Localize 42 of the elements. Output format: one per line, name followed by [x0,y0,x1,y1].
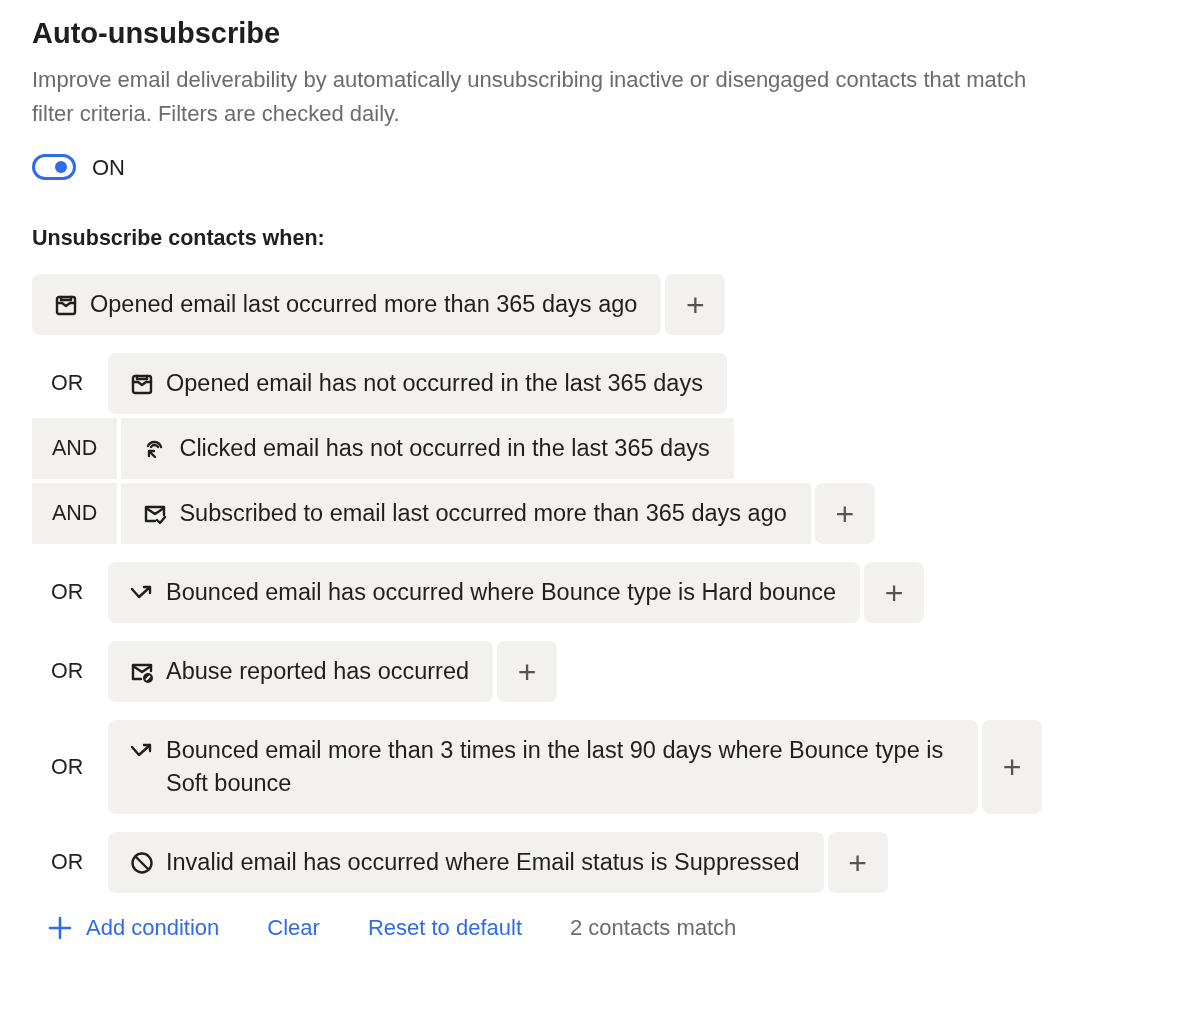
operator-label: OR [50,753,85,781]
condition-text: Abuse reported has occurred [166,657,470,687]
condition-chip[interactable]: Invalid email has occurred where Email status is Suppressed [108,832,824,894]
condition-text: Bounced email more than 3 times in the last 90 days where Bounce type is Soft bounce [166,736,945,799]
condition-text: Clicked email has not occurred in the last 365 days [179,434,710,464]
condition-chip[interactable]: Clicked email has not occurred in the last 365 days [121,418,734,480]
page-title: Auto-unsubscribe [32,16,282,51]
condition-text: Subscribed to email last occurred more than 365 days ago [179,499,787,529]
condition-chip[interactable]: Bounced email more than 3 times in the last 90 days where Bounce type is Soft bounce [108,720,978,815]
envelope-icon [54,293,78,318]
add-button[interactable]: + [827,832,888,894]
condition-chip[interactable]: Bounced email has occurred where Bounce type is Hard bounce [108,562,861,624]
toggle-label: ON [92,153,125,182]
plus-icon [48,915,72,940]
reset-link[interactable]: Reset to default [367,911,522,945]
section-label: Unsubscribe contacts when: [32,224,326,252]
condition-chip[interactable]: Opened email last occurred more than 365 days ago [32,274,662,336]
condition-text: Opened email last occurred more than 365 days ago [90,290,638,320]
condition-chip[interactable]: Subscribed to email last occurred more than 365 days ago [121,483,811,545]
operator-label: OR [50,658,85,686]
add-button[interactable]: + [665,274,726,336]
operator-label: OR [50,849,85,877]
operator-label: AND [32,483,118,545]
add-button[interactable]: + [497,641,558,703]
add-button[interactable]: + [864,562,925,624]
add-button[interactable]: + [814,483,875,545]
condition-text: Opened email has not occurred in the last 365 days [166,369,703,399]
condition-chip[interactable]: Abuse reported has occurred [108,641,494,703]
add-button[interactable]: + [982,720,1042,815]
clear-link[interactable]: Clear [267,911,320,945]
envelope-icon [130,372,154,397]
description: Improve email deliverability by automatically unsubscribing inactive or disengaged contacts that match filter criteria. Filters are checked daily. [32,65,1028,128]
condition-text: Bounced email has occurred where Bounce type is Hard bounce [166,578,837,608]
toggle-switch[interactable] [32,154,76,181]
operator-label: AND [32,418,118,480]
add-condition-link[interactable]: Add condition [48,911,220,945]
condition-chip[interactable]: Opened email has not occurred in the last 365 days [108,353,727,415]
prohibited-icon [130,851,154,876]
operator-label: OR [50,370,85,398]
condition-text: Invalid email has occurred where Email status is Suppressed [166,848,800,878]
operator-label: OR [50,579,85,607]
match-count: 2 contacts match [570,914,737,943]
